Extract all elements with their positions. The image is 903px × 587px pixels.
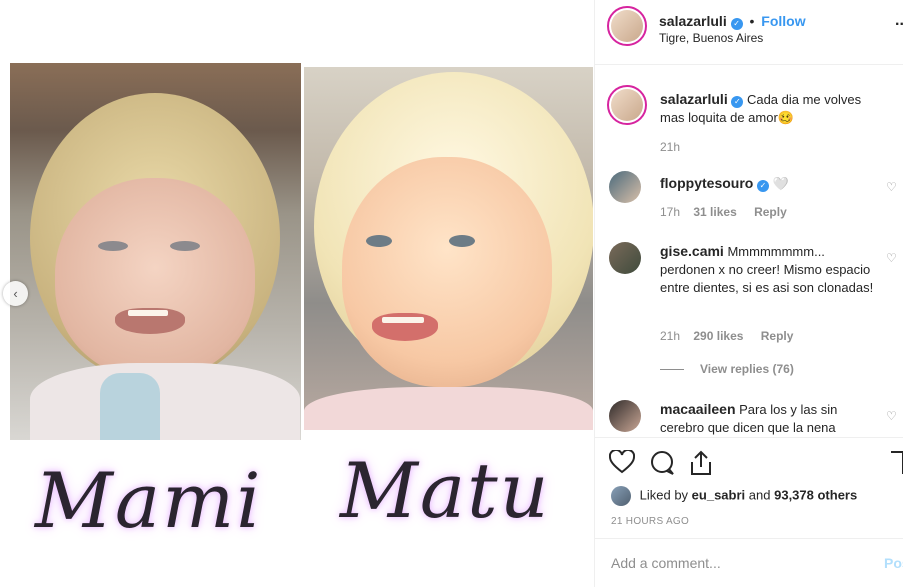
more-options-icon[interactable]: ... [895, 12, 903, 30]
commenter-avatar[interactable] [609, 400, 641, 432]
comment-likes[interactable]: 290 likes [693, 329, 743, 343]
commenter-avatar[interactable] [609, 171, 641, 203]
view-replies-button[interactable]: View replies (76) [660, 362, 794, 376]
baby-photo-left [10, 63, 301, 440]
comment-time[interactable]: 21h [660, 329, 680, 343]
comment-username[interactable]: gise.cami [660, 243, 724, 259]
comment-text: 🤍 [772, 176, 789, 191]
like-comment-heart-icon[interactable]: ♡ [886, 251, 897, 265]
reply-button[interactable]: Reply [754, 205, 787, 219]
verified-badge-icon: ✓ [756, 180, 769, 192]
comment-username[interactable]: macaaileen [660, 401, 736, 417]
comment-username[interactable]: floppytesouro [660, 175, 753, 191]
post-media[interactable]: Mami Matu ‹ [0, 0, 595, 587]
post-side-panel: salazarluli ✓ • Follow Tigre, Buenos Air… [595, 0, 903, 587]
like-heart-icon[interactable] [608, 448, 636, 480]
comment-bubble-icon[interactable] [649, 450, 675, 482]
liker-avatar [611, 486, 631, 506]
caption-avatar[interactable] [607, 85, 647, 125]
add-comment-bar: Add a comment... Post [595, 538, 903, 587]
caption-username[interactable]: salazarluli [660, 91, 728, 107]
verified-badge-icon: ✓ [731, 96, 744, 108]
author-avatar[interactable] [607, 6, 647, 46]
liked-by-summary[interactable]: Liked by eu_sabri and 93,378 others [611, 486, 857, 506]
location-link[interactable]: Tigre, Buenos Aires [659, 31, 763, 45]
reply-button[interactable]: Reply [761, 329, 794, 343]
post-timestamp[interactable]: 21 HOURS AGO [611, 516, 689, 527]
follow-button[interactable]: Follow [761, 13, 805, 29]
comments-list[interactable]: salazarluli ✓ Cada dia me volves mas loq… [595, 65, 903, 437]
post-comment-button[interactable]: Post [884, 555, 903, 571]
liked-by-user[interactable]: eu_sabri [692, 487, 745, 502]
baby-photo-right [304, 67, 593, 430]
caption-time[interactable]: 21h [660, 140, 680, 154]
like-comment-heart-icon[interactable]: ♡ [886, 409, 897, 423]
commenter-avatar[interactable] [609, 242, 641, 274]
chevron-left-icon: ‹ [13, 286, 18, 301]
caption-overlay-mami: Mami [35, 456, 263, 545]
share-icon[interactable] [689, 450, 713, 482]
like-comment-heart-icon[interactable]: ♡ [886, 180, 897, 194]
liked-count[interactable]: 93,378 others [774, 487, 857, 502]
header-separator: • [749, 13, 755, 29]
carousel-prev-button[interactable]: ‹ [3, 281, 28, 306]
author-username[interactable]: salazarluli [659, 13, 727, 29]
action-bar: Liked by eu_sabri and 93,378 others 21 H… [595, 437, 903, 537]
comment-likes[interactable]: 31 likes [693, 205, 736, 219]
post-header: salazarluli ✓ • Follow Tigre, Buenos Air… [595, 0, 903, 65]
caption-overlay-matu: Matu [340, 446, 551, 535]
add-comment-input[interactable]: Add a comment... [611, 555, 721, 571]
comment-time[interactable]: 17h [660, 205, 680, 219]
bookmark-icon[interactable] [890, 450, 903, 482]
verified-badge-icon: ✓ [730, 18, 743, 30]
